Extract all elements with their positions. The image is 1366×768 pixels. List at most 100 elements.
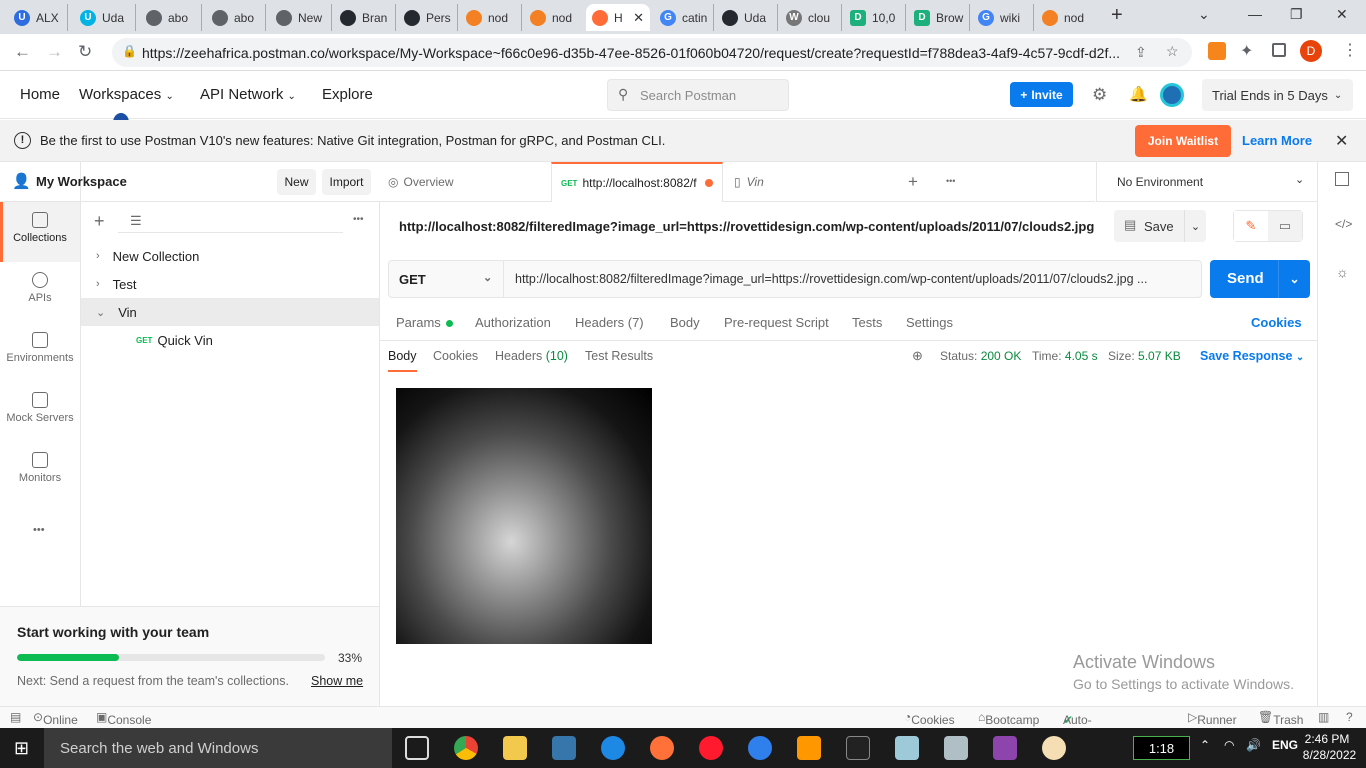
import-button[interactable]: Import (322, 169, 371, 195)
collection-item[interactable]: › New Collection (81, 242, 379, 270)
extensions-icon[interactable]: ✦ (1240, 41, 1253, 61)
browser-tab[interactable]: Pers (398, 4, 458, 31)
tab-pre-request-script[interactable]: Pre-request Script (724, 315, 829, 330)
sublime-text-icon[interactable] (797, 736, 821, 760)
browser-tab[interactable]: Bran (334, 4, 396, 31)
url-input[interactable]: http://localhost:8082/filteredImage?imag… (515, 261, 1195, 297)
share-icon[interactable]: ⇪ (1135, 44, 1147, 61)
more-options-icon[interactable]: ••• (353, 214, 364, 225)
search-input[interactable]: ⚲ Search Postman (607, 79, 789, 111)
tab-overview[interactable]: ◎ Overview (388, 162, 548, 202)
minimize-icon[interactable]: — (1248, 6, 1262, 22)
notifications-bell-icon[interactable]: 🔔 (1129, 85, 1148, 103)
environment-quicklook-icon[interactable] (1335, 172, 1349, 186)
volume-icon[interactable]: 🔊 (1246, 738, 1261, 752)
taskbar-time[interactable]: 2:46 PM (1302, 732, 1352, 746)
invite-button[interactable]: + Invite (1010, 82, 1073, 107)
more-icon[interactable]: ••• (33, 524, 45, 536)
chrome-icon[interactable] (454, 736, 478, 760)
chevron-down-icon[interactable]: ⌄ (1184, 210, 1206, 242)
request-title[interactable]: http://localhost:8082/filteredImage?imag… (399, 219, 1094, 234)
sidebar-item-mock-servers[interactable]: Mock Servers (0, 382, 80, 442)
globe-icon[interactable]: ⊕ (912, 348, 923, 364)
terminal-icon[interactable] (846, 736, 870, 760)
language-icon[interactable]: ENG (1272, 738, 1298, 752)
tab-authorization[interactable]: Authorization (475, 315, 551, 330)
browser-tab-active[interactable]: H ✕ (586, 4, 650, 31)
trash-button[interactable]: 🗑 Trash (1258, 710, 1303, 727)
toggle-sidebar-icon[interactable]: ▤ (10, 710, 21, 724)
url-bar[interactable]: 🔒 https://zeehafrica.postman.co/workspac… (112, 38, 1192, 67)
browser-tab[interactable]: nod (524, 4, 586, 31)
comments-icon[interactable]: ▭ (1268, 211, 1302, 241)
battery-clock-badge[interactable]: 1:18 (1133, 736, 1190, 760)
nav-api-network[interactable]: API Network ⌄ (200, 86, 296, 103)
edit-pencil-icon[interactable]: ✎ (1234, 211, 1268, 241)
tab-headers[interactable]: Headers (7) (575, 315, 644, 330)
learn-more-link[interactable]: Learn More (1242, 133, 1312, 148)
reload-icon[interactable]: ↻ (78, 42, 92, 62)
console-button[interactable]: ▣ Console (96, 710, 151, 727)
help-icon[interactable]: ? (1346, 710, 1353, 724)
nav-explore[interactable]: Explore (322, 86, 373, 103)
show-me-link[interactable]: Show me (311, 674, 363, 688)
tab-search-icon[interactable]: ⌄ (1198, 6, 1210, 23)
runner-button[interactable]: ▷ Runner (1188, 710, 1237, 727)
nav-home[interactable]: Home (20, 86, 60, 103)
close-banner-icon[interactable]: ✕ (1335, 131, 1348, 151)
request-item[interactable]: GET Quick Vin (81, 326, 379, 354)
tab-tests[interactable]: Tests (852, 315, 882, 330)
new-request-tab-icon[interactable]: + (908, 172, 918, 192)
wifi-icon[interactable]: ◠ (1224, 738, 1234, 752)
opera-icon[interactable] (699, 736, 723, 760)
cookies-button[interactable]: ◔ Cookies (904, 710, 955, 727)
close-tab-icon[interactable]: ✕ (633, 10, 644, 26)
python-icon[interactable] (552, 736, 576, 760)
settings-gear-icon[interactable]: ⚙ (1092, 85, 1107, 105)
teamviewer-icon[interactable] (748, 736, 772, 760)
firefox-icon[interactable] (650, 736, 674, 760)
sidebar-item-apis[interactable]: APIs (0, 262, 80, 322)
response-tab-test-results[interactable]: Test Results (585, 349, 653, 363)
save-response-button[interactable]: Save Response ⌄ (1200, 349, 1304, 363)
browser-tab[interactable]: New (270, 4, 332, 31)
browser-tab[interactable]: D Brow (908, 4, 970, 31)
chevron-down-icon[interactable]: ⌄ (1278, 260, 1310, 298)
response-tab-headers[interactable]: Headers (10) (495, 349, 568, 363)
paint-icon[interactable] (1042, 736, 1066, 760)
code-icon[interactable]: </> (1335, 217, 1352, 231)
join-waitlist-button[interactable]: Join Waitlist (1135, 125, 1231, 157)
tab-body[interactable]: Body (670, 315, 700, 330)
tab-vin[interactable]: ▯ Vin (734, 162, 894, 202)
task-manager-icon[interactable] (944, 736, 968, 760)
trial-dropdown[interactable]: Trial Ends in 5 Days ⌄ (1202, 79, 1353, 111)
save-button[interactable]: ▤ Save ⌄ (1114, 210, 1206, 242)
sidepanel-icon[interactable] (1272, 43, 1286, 57)
response-tab-cookies[interactable]: Cookies (433, 349, 478, 363)
cookies-link[interactable]: Cookies (1251, 315, 1302, 330)
tab-params[interactable]: Params (396, 315, 454, 330)
method-select[interactable]: GET ⌄ (389, 261, 504, 297)
filter-input[interactable]: ☰ (118, 211, 343, 233)
bootcamp-button[interactable]: ⌂ Bootcamp (978, 710, 1039, 727)
browser-tab[interactable]: Gcatin (654, 4, 714, 31)
browser-tab[interactable]: abo (140, 4, 202, 31)
browser-tab[interactable]: abo (206, 4, 266, 31)
menu-kebab-icon[interactable]: ⋮ (1342, 40, 1358, 60)
restore-icon[interactable]: ❐ (1290, 6, 1303, 23)
task-view-icon[interactable] (405, 736, 429, 760)
sidebar-item-monitors[interactable]: Monitors (0, 442, 80, 502)
browser-tab[interactable]: nod (1036, 4, 1098, 31)
taskbar-date[interactable]: 8/28/2022 (1302, 748, 1357, 762)
edge-icon[interactable] (601, 736, 625, 760)
browser-tab[interactable]: D 10,0 (844, 4, 906, 31)
browser-tab[interactable]: U ALX (8, 4, 68, 31)
lightbulb-icon[interactable]: ☼ (1336, 264, 1349, 280)
sidebar-item-environments[interactable]: Environments (0, 322, 80, 382)
windows-start-icon[interactable]: ⊞ (14, 738, 29, 759)
bookmark-star-icon[interactable]: ☆ (1166, 43, 1179, 60)
profile-avatar[interactable]: D (1300, 40, 1322, 62)
send-button[interactable]: Send ⌄ (1210, 260, 1310, 298)
notepad-icon[interactable] (895, 736, 919, 760)
metamask-icon[interactable] (1208, 42, 1226, 60)
